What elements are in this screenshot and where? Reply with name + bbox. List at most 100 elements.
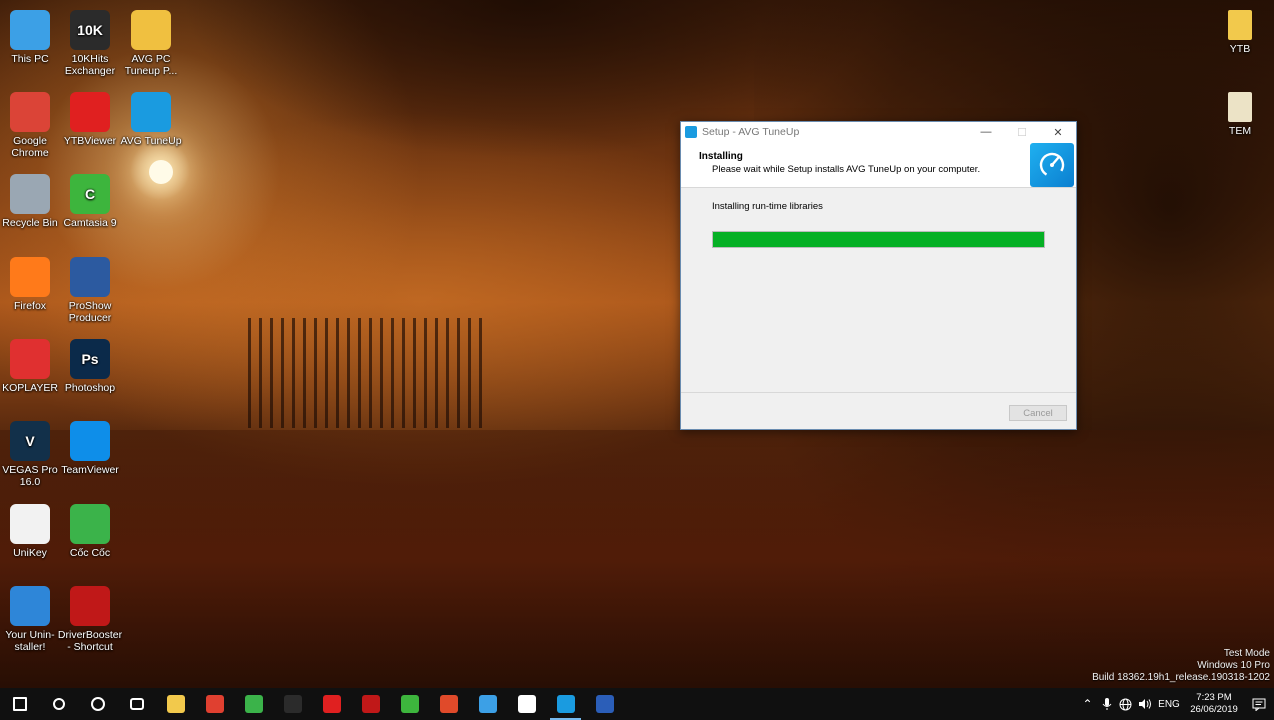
desktop-shortcut[interactable]: DriverBooster - Shortcut — [57, 586, 123, 653]
start-button-icon — [12, 697, 27, 711]
desktop-shortcut-label: Recycle Bin — [2, 217, 58, 229]
desktop-shortcut[interactable]: 10K 10KHits Exchanger — [57, 10, 123, 77]
word-doc-icon — [595, 695, 614, 713]
coccoc-icon — [70, 504, 110, 544]
desktop-shortcut[interactable]: Firefox — [0, 257, 63, 312]
microphone-icon[interactable] — [1097, 688, 1116, 720]
dialog-header: Installing Please wait while Setup insta… — [681, 142, 1076, 188]
desktop-shortcut[interactable]: Recycle Bin — [0, 174, 63, 229]
desktop-folder-label: TEM — [1228, 125, 1252, 137]
network-app-icon — [478, 695, 497, 713]
close-button[interactable]: ✕ — [1040, 122, 1076, 142]
desktop-shortcut[interactable]: Cốc Cốc — [57, 504, 123, 559]
taskbar-app-red-circle[interactable] — [195, 688, 234, 720]
desktop-shortcut-label: AVG PC Tuneup P... — [124, 53, 178, 77]
desktop-shortcut[interactable]: KOPLAYER — [0, 339, 63, 394]
avg-app-icon — [685, 126, 697, 138]
taskbar-word-doc[interactable] — [585, 688, 624, 720]
taskbar-avg-tuneup[interactable] — [546, 688, 585, 720]
desktop-folder[interactable]: YTB — [1207, 10, 1273, 55]
taskbar-camtasia-recorder[interactable] — [429, 688, 468, 720]
uninstaller-icon — [10, 586, 50, 626]
desktop-shortcut[interactable]: Ps Photoshop — [57, 339, 123, 394]
desktop-shortcut-label: Cốc Cốc — [69, 547, 111, 559]
avg-tuneup-icon — [556, 695, 575, 713]
desktop-shortcut[interactable]: V VEGAS Pro 16.0 — [0, 421, 63, 488]
photoshop-icon: Ps — [70, 339, 110, 379]
driverbooster-icon — [361, 695, 380, 713]
cancel-button[interactable]: Cancel — [1009, 405, 1067, 421]
desktop-shortcut-label: Camtasia 9 — [63, 217, 117, 229]
cortana-button-icon — [90, 697, 105, 711]
desktop-shortcut-label: Firefox — [13, 300, 47, 312]
taskbar-security-app[interactable] — [507, 688, 546, 720]
desktop-shortcut[interactable]: C Camtasia 9 — [57, 174, 123, 229]
taskbar: ⌃ ENG 7:23 PM 26/06/2019 — [0, 688, 1274, 720]
taskbar-driverbooster[interactable] — [351, 688, 390, 720]
installing-heading: Installing — [699, 151, 743, 162]
ytbviewer-icon — [322, 695, 341, 713]
chrome-icon — [10, 92, 50, 132]
dialog-footer: Cancel — [681, 392, 1076, 429]
chevron-up-icon[interactable]: ⌃ — [1078, 688, 1097, 720]
setup-dialog: Setup - AVG TuneUp — ☐ ✕ Installing Plea… — [680, 121, 1077, 430]
clock-date: 26/06/2019 — [1190, 704, 1238, 715]
taskbar-file-explorer[interactable] — [156, 688, 195, 720]
taskbar-task-view-button[interactable] — [117, 688, 156, 720]
install-progress-bar — [712, 231, 1045, 248]
desktop-shortcut[interactable]: Your Unin-staller! — [0, 586, 63, 653]
clock[interactable]: 7:23 PM 26/06/2019 — [1184, 692, 1244, 716]
taskbar-10khits[interactable] — [273, 688, 312, 720]
driverbooster-icon — [70, 586, 110, 626]
firefox-icon — [10, 257, 50, 297]
taskbar-camtasia[interactable] — [390, 688, 429, 720]
app-red-circle-icon — [205, 695, 224, 713]
installing-subheading: Please wait while Setup installs AVG Tun… — [712, 164, 981, 175]
koplayer-icon — [10, 339, 50, 379]
watermark-build: Build 18362.19h1_release.190318-1202 — [1092, 672, 1270, 683]
taskbar-network-app[interactable] — [468, 688, 507, 720]
desktop-shortcut[interactable]: AVG PC Tuneup P... — [118, 10, 184, 77]
recycle-bin-icon — [10, 174, 50, 214]
desktop-shortcut[interactable]: YTBViewer — [57, 92, 123, 147]
desktop-folder[interactable]: TEM — [1207, 92, 1273, 137]
desktop-shortcut[interactable]: ProShow Producer — [57, 257, 123, 324]
taskbar-ytbviewer[interactable] — [312, 688, 351, 720]
windows-watermark: Test Mode Windows 10 Pro Build 18362.19h… — [1092, 648, 1270, 684]
taskbar-cortana-button[interactable] — [78, 688, 117, 720]
avg-tuneup-logo-icon — [1030, 143, 1074, 187]
desktop-shortcut-label: ProShow Producer — [68, 300, 112, 324]
taskbar-search-button[interactable] — [39, 688, 78, 720]
10khits-icon: 10K — [70, 10, 110, 50]
desktop-shortcut[interactable]: Google Chrome — [0, 92, 63, 159]
desktop-shortcut[interactable]: AVG TuneUp — [118, 92, 184, 147]
network-icon[interactable] — [1116, 688, 1135, 720]
desktop-shortcut[interactable]: TeamViewer — [57, 421, 123, 476]
wallpaper-fence — [248, 318, 488, 428]
taskbar-start-button[interactable] — [0, 688, 39, 720]
desktop-shortcut[interactable]: UniKey — [0, 504, 63, 559]
folder-icon — [1228, 10, 1252, 40]
language-indicator[interactable]: ENG — [1154, 699, 1184, 710]
notification-icon[interactable] — [1244, 688, 1274, 720]
install-status-text: Installing run-time libraries — [712, 201, 823, 212]
dialog-title: Setup - AVG TuneUp — [702, 126, 800, 138]
teamviewer-icon — [70, 421, 110, 461]
coccoc-icon — [244, 695, 263, 713]
desktop-shortcut-label: TeamViewer — [61, 464, 119, 476]
desktop-shortcut[interactable]: This PC — [0, 10, 63, 65]
desktop-shortcut-label: Google Chrome — [11, 135, 49, 159]
wallpaper-ground — [0, 430, 1274, 688]
maximize-button: ☐ — [1017, 126, 1027, 139]
minimize-button[interactable]: — — [968, 122, 1004, 142]
dialog-titlebar[interactable]: Setup - AVG TuneUp — ☐ ✕ — [681, 122, 1076, 142]
ytbviewer-icon — [70, 92, 110, 132]
taskbar-coccoc[interactable] — [234, 688, 273, 720]
desktop-shortcut-label: This PC — [11, 53, 49, 65]
volume-icon[interactable] — [1135, 688, 1154, 720]
search-button-icon — [52, 698, 65, 710]
camtasia-icon: C — [70, 174, 110, 214]
avg-tuneup-icon — [131, 92, 171, 132]
desktop-shortcut-label: UniKey — [13, 547, 47, 559]
this-pc-icon — [10, 10, 50, 50]
